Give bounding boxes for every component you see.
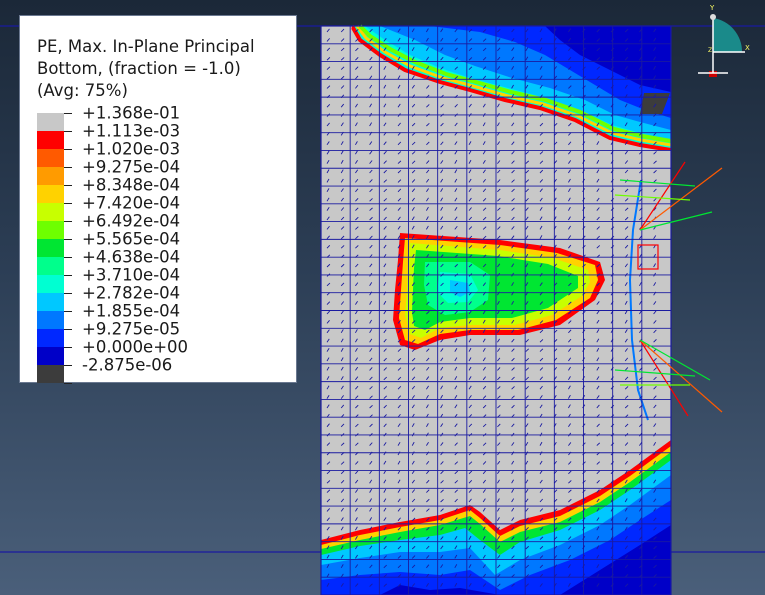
legend-value-label: +1.855e-04 (82, 301, 181, 321)
legend-swatch (37, 365, 64, 383)
legend-value-label: +4.638e-04 (82, 247, 181, 267)
legend-tick (64, 329, 72, 330)
legend-tick (64, 275, 72, 276)
legend-value-label: +9.275e-04 (82, 157, 181, 177)
legend-swatch (37, 311, 64, 329)
legend-value-label: +1.113e-03 (82, 121, 181, 141)
legend-value-label: +3.710e-04 (82, 265, 181, 285)
legend-tick (64, 239, 72, 240)
legend-tick (64, 167, 72, 168)
legend-swatch (37, 131, 64, 149)
legend-value-label: +5.565e-04 (82, 229, 181, 249)
legend-color-swatches (37, 113, 64, 383)
legend-value-label: +0.000e+00 (82, 337, 189, 357)
legend-value-label: +1.368e-01 (82, 103, 181, 123)
legend-swatch (37, 275, 64, 293)
legend-value-label: +1.020e-03 (82, 139, 181, 159)
legend-swatch (37, 239, 64, 257)
legend-title-section: Bottom, (fraction = -1.0) (37, 59, 241, 78)
legend-swatch (37, 185, 64, 203)
legend-swatch (37, 347, 64, 365)
legend-value-label: +8.348e-04 (82, 175, 181, 195)
legend-tick (64, 203, 72, 204)
legend-tick (64, 293, 72, 294)
legend-value-label: +2.782e-04 (82, 283, 181, 303)
legend-title-averaging: (Avg: 75%) (37, 81, 128, 100)
legend-tick (64, 131, 72, 132)
legend-swatch (37, 113, 64, 131)
legend-swatch (37, 149, 64, 167)
legend-value-label: +9.275e-05 (82, 319, 181, 339)
legend-swatch (37, 257, 64, 275)
legend-tick (64, 257, 72, 258)
legend-tick (64, 383, 72, 384)
legend-title: PE, Max. In-Plane Principal Bottom, (fra… (37, 36, 255, 102)
legend-value-label: +6.492e-04 (82, 211, 181, 231)
legend-value-label: -2.875e-06 (82, 355, 173, 375)
legend-tick (64, 149, 72, 150)
legend-swatch (37, 293, 64, 311)
legend-swatch (37, 167, 64, 185)
legend-tick (64, 221, 72, 222)
legend-tick (64, 365, 72, 366)
legend-tick (64, 347, 72, 348)
contour-legend[interactable]: PE, Max. In-Plane Principal Bottom, (fra… (19, 15, 297, 384)
legend-title-variable: PE, Max. In-Plane Principal (37, 37, 255, 56)
legend-swatch (37, 221, 64, 239)
legend-tick (64, 113, 72, 114)
legend-value-label: +7.420e-04 (82, 193, 181, 213)
legend-swatch (37, 203, 64, 221)
legend-tick (64, 185, 72, 186)
legend-swatch (37, 329, 64, 347)
legend-tick (64, 311, 72, 312)
